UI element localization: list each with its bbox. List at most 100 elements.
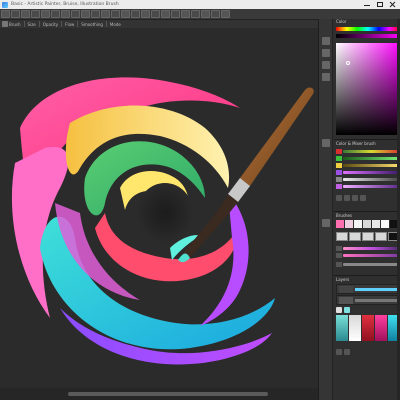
layer-actions <box>336 307 350 313</box>
green-swatch <box>336 156 342 161</box>
gradient-tool-icon[interactable] <box>71 10 80 18</box>
purple-track[interactable] <box>343 171 400 174</box>
text-tool-icon[interactable] <box>81 10 90 18</box>
maximize-icon[interactable] <box>375 1 385 8</box>
delete-icon[interactable] <box>360 195 366 201</box>
brush-tip[interactable] <box>362 232 374 241</box>
swatch-white[interactable] <box>354 220 362 228</box>
layer-visibility-icon[interactable] <box>336 307 342 313</box>
hand-tool-icon[interactable] <box>151 10 160 18</box>
color-picker-field[interactable] <box>336 43 400 135</box>
pen-tool-icon[interactable] <box>101 10 110 18</box>
add-icon[interactable] <box>336 195 342 201</box>
red-track[interactable] <box>343 150 400 153</box>
brush-opacity-slider[interactable] <box>336 253 400 258</box>
mixer-slider-gray[interactable] <box>336 177 400 182</box>
layers-tool-icon[interactable] <box>191 10 200 18</box>
option-mode[interactable]: Mode <box>110 22 121 27</box>
select-tool-icon[interactable] <box>11 10 20 18</box>
close-icon[interactable] <box>388 1 398 8</box>
palette-red[interactable] <box>362 315 374 341</box>
swatch-light-pink[interactable] <box>345 220 353 228</box>
history-tool-icon[interactable] <box>201 10 210 18</box>
brush-tip[interactable] <box>349 232 361 241</box>
canvas-area[interactable] <box>0 28 318 388</box>
palette-actions <box>336 349 350 355</box>
saturation-slider[interactable] <box>336 34 400 38</box>
layer-row[interactable] <box>336 284 400 294</box>
shape-tool-icon[interactable] <box>91 10 100 18</box>
new-swatch-icon[interactable] <box>336 349 342 355</box>
brush-size-slider[interactable] <box>336 246 400 251</box>
mixer-slider-green[interactable] <box>336 156 400 161</box>
brush-preset-icon[interactable] <box>2 21 8 27</box>
palette-teal[interactable] <box>336 315 348 341</box>
layer-row[interactable] <box>336 295 400 305</box>
lasso-tool-icon[interactable] <box>21 10 30 18</box>
adjust-panel-icon[interactable] <box>322 73 330 81</box>
swatch-light-gray[interactable] <box>363 220 371 228</box>
mixer-slider-yellow[interactable] <box>336 163 400 168</box>
option-brush[interactable]: Brush <box>9 22 21 27</box>
mixer-slider-red[interactable] <box>336 149 400 154</box>
mixer-slider-violet[interactable] <box>336 184 400 189</box>
layers-panel-icon[interactable] <box>322 219 330 227</box>
app-icon <box>2 1 8 8</box>
scrollbar-thumb[interactable] <box>68 392 268 396</box>
color-panel-icon[interactable] <box>322 37 330 45</box>
blur-tool-icon[interactable] <box>131 10 140 18</box>
settings-tool-icon[interactable] <box>211 10 220 18</box>
brush-panel-icon[interactable] <box>322 61 330 69</box>
swatch-pink[interactable] <box>336 220 344 228</box>
brush-flow-slider[interactable] <box>336 262 400 267</box>
smudge-tool-icon[interactable] <box>121 10 130 18</box>
help-tool-icon[interactable] <box>221 10 230 18</box>
color-picker-cursor[interactable] <box>346 61 350 65</box>
eraser-tool-icon[interactable] <box>51 10 60 18</box>
crop-tool-icon[interactable] <box>31 10 40 18</box>
move-tool-icon[interactable] <box>1 10 10 18</box>
option-flow[interactable]: Flow <box>65 22 74 27</box>
dodge-tool-icon[interactable] <box>141 10 150 18</box>
hue-slider[interactable] <box>336 27 400 31</box>
flow-track[interactable] <box>343 263 400 266</box>
swatches-panel-icon[interactable] <box>322 49 330 57</box>
grid-tool-icon[interactable] <box>181 10 190 18</box>
option-smoothing[interactable]: Smoothing <box>81 22 103 27</box>
artwork-canvas[interactable] <box>0 28 318 388</box>
option-opacity[interactable]: Opacity <box>43 22 58 27</box>
minimize-icon[interactable] <box>362 1 372 8</box>
delete-swatch-icon[interactable] <box>344 349 350 355</box>
reset-icon[interactable] <box>352 195 358 201</box>
brush-tool-icon[interactable] <box>41 10 50 18</box>
palette-magenta[interactable] <box>375 315 387 341</box>
palette-white[interactable] <box>349 315 361 341</box>
size-track[interactable] <box>343 247 400 250</box>
eyedropper-tool-icon[interactable] <box>111 10 120 18</box>
horizontal-scrollbar[interactable] <box>0 388 318 400</box>
separator <box>23 21 25 27</box>
rotate-tool-icon[interactable] <box>171 10 180 18</box>
mixer-slider-purple[interactable] <box>336 170 400 175</box>
brush-tip[interactable] <box>375 232 387 241</box>
option-size[interactable]: Size <box>28 22 36 27</box>
panel-divider <box>334 139 400 140</box>
fill-tool-icon[interactable] <box>61 10 70 18</box>
swatch-pure-white[interactable] <box>381 220 389 228</box>
swap-icon[interactable] <box>344 195 350 201</box>
zoom-tool-icon[interactable] <box>161 10 170 18</box>
green-track[interactable] <box>343 157 400 160</box>
gray-track[interactable] <box>343 178 400 181</box>
brush-tip[interactable] <box>336 232 348 241</box>
violet-track[interactable] <box>343 185 400 188</box>
flow-icon <box>336 262 342 267</box>
mixer-panel-icon[interactable] <box>322 139 330 147</box>
swatch-off-white[interactable] <box>372 220 380 228</box>
opacity-track[interactable] <box>343 254 400 257</box>
separator <box>105 21 107 27</box>
color-panel-title: Color <box>336 19 347 24</box>
tool-strip <box>0 9 400 19</box>
layer-lock-icon[interactable] <box>344 307 350 313</box>
yellow-track[interactable] <box>343 164 400 167</box>
color-palette <box>336 315 400 341</box>
